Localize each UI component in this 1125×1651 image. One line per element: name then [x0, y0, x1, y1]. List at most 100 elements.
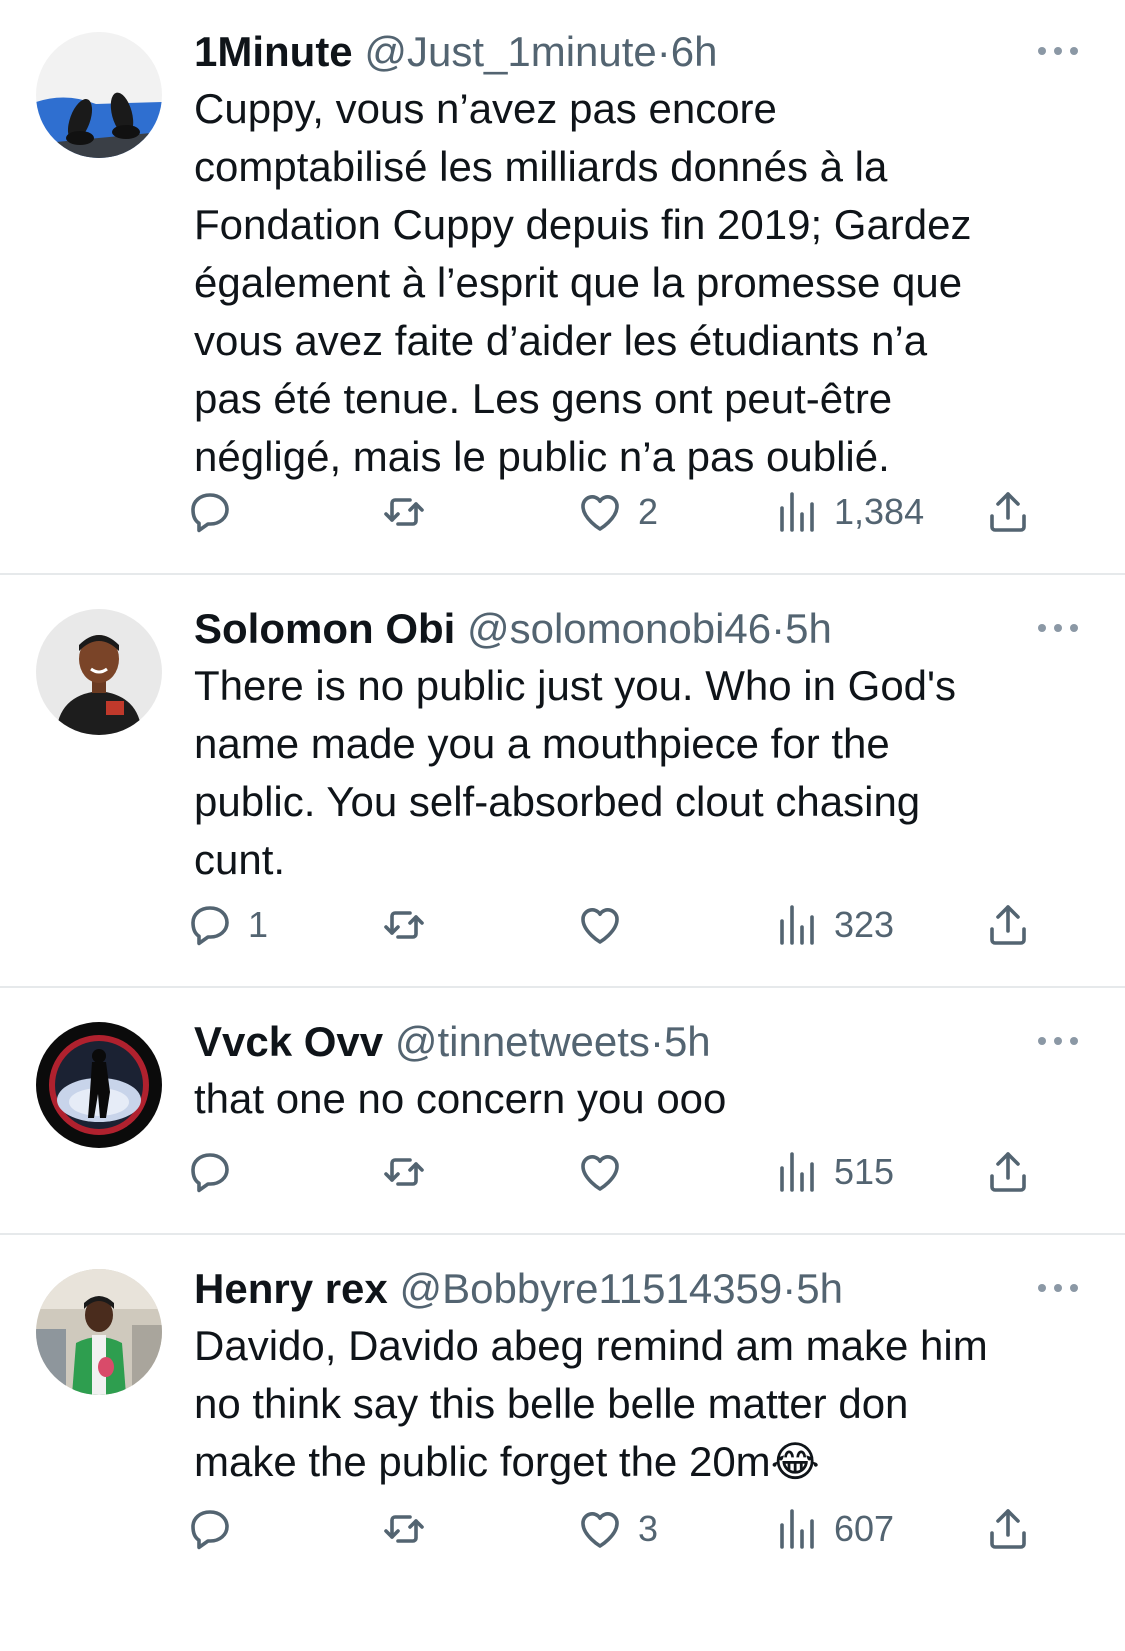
- ellipsis-icon: [1038, 47, 1046, 55]
- like-button[interactable]: 2: [576, 484, 658, 540]
- laughing-emoji: 😂: [770, 1438, 820, 1485]
- tweet-header: Vvck Ovv @tinnetweets·5h: [194, 1016, 711, 1068]
- share-icon: [990, 492, 1026, 532]
- text-line: vous avez faite d’aider les étudiants n’…: [194, 317, 928, 364]
- text-line: également à l’esprit que la promesse que: [194, 259, 963, 306]
- tweet-text: There is no public just you. Who in God'…: [194, 657, 1074, 889]
- tweet[interactable]: Vvck Ovv @tinnetweets·5h that one no con…: [0, 988, 1125, 1234]
- reply-button[interactable]: [186, 1144, 248, 1200]
- tweet-text: that one no concern you ooo: [194, 1070, 1074, 1128]
- ellipsis-icon-dot: [1070, 1284, 1078, 1292]
- share-icon: [990, 1509, 1026, 1549]
- avatar[interactable]: [36, 32, 162, 158]
- avatar[interactable]: [36, 1022, 162, 1148]
- text-line-content: make the public forget the 20m: [194, 1438, 771, 1485]
- heart-icon: [581, 908, 619, 944]
- reply-button[interactable]: 1: [186, 897, 268, 953]
- speech-bubble-icon: [191, 493, 229, 533]
- text-line: make the public forget the 20m😂: [194, 1433, 1074, 1491]
- share-button[interactable]: [984, 1144, 1032, 1200]
- avatar-image: [36, 32, 162, 158]
- text-line: comptabilisé les milliards donnés à la: [194, 143, 888, 190]
- share-button[interactable]: [984, 897, 1032, 953]
- bar-chart-icon: [780, 492, 814, 532]
- tweet-header: 1Minute @Just_1minute·6h: [194, 26, 718, 78]
- tweet-header: Henry rex @Bobbyre11514359·5h: [194, 1263, 843, 1315]
- reply-button[interactable]: [186, 484, 248, 540]
- action-bar: 2 1,384: [0, 484, 1125, 540]
- timestamp[interactable]: 5h: [796, 1265, 843, 1312]
- display-name[interactable]: Vvck Ovv: [194, 1018, 383, 1065]
- like-count: 2: [638, 491, 659, 532]
- like-button[interactable]: [576, 1144, 638, 1200]
- like-button[interactable]: 3: [576, 1501, 658, 1557]
- retweet-icon: [384, 1158, 424, 1186]
- more-options-button[interactable]: [1038, 1277, 1082, 1297]
- ellipsis-icon-dot: [1054, 1037, 1062, 1045]
- text-line: négligé, mais le public n’a pas oublié.: [194, 433, 890, 480]
- text-line: cunt.: [194, 836, 286, 883]
- retweet-button[interactable]: [380, 1501, 442, 1557]
- bar-chart-icon: [780, 1152, 814, 1192]
- share-button[interactable]: [984, 1501, 1032, 1557]
- share-icon: [990, 1152, 1026, 1192]
- user-handle[interactable]: @Just_1minute: [364, 28, 656, 75]
- retweet-icon: [384, 1515, 424, 1543]
- text-line: Davido, Davido abeg remind am make him: [194, 1322, 988, 1369]
- bar-chart-icon: [780, 905, 814, 945]
- views-count: 1,384: [834, 491, 925, 532]
- reply-button[interactable]: [186, 1501, 248, 1557]
- action-bar: 515: [0, 1144, 1125, 1200]
- like-count: 3: [638, 1508, 659, 1549]
- tweet-header: Solomon Obi @solomonobi46·5h: [194, 603, 832, 655]
- heart-icon: [581, 1155, 619, 1191]
- speech-bubble-icon: [191, 1510, 229, 1550]
- share-icon: [990, 905, 1026, 945]
- views-button[interactable]: 1,384: [772, 484, 924, 540]
- ellipsis-icon: [1038, 1284, 1046, 1292]
- avatar-image: [36, 609, 162, 735]
- separator-dot: ·: [782, 1265, 797, 1312]
- retweet-button[interactable]: [380, 484, 442, 540]
- more-options-button[interactable]: [1038, 40, 1082, 60]
- ellipsis-icon-dot: [1070, 624, 1078, 632]
- action-bar: 3 607: [0, 1501, 1125, 1557]
- ellipsis-icon-dot: [1070, 1037, 1078, 1045]
- text-line: name made you a mouthpiece for the: [194, 720, 890, 767]
- views-button[interactable]: 607: [772, 1501, 894, 1557]
- timestamp[interactable]: 5h: [785, 605, 832, 652]
- separator-dot: ·: [656, 28, 671, 75]
- text-line: that one no concern you ooo: [194, 1075, 727, 1122]
- retweet-button[interactable]: [380, 1144, 442, 1200]
- views-count: 323: [834, 904, 895, 945]
- like-button[interactable]: [576, 897, 638, 953]
- retweet-icon: [384, 911, 424, 939]
- more-options-button[interactable]: [1038, 617, 1082, 637]
- tweet[interactable]: Solomon Obi @solomonobi46·5h There is no…: [0, 575, 1125, 987]
- reply-count: 1: [248, 904, 269, 945]
- separator-dot: ·: [649, 1018, 664, 1065]
- display-name[interactable]: 1Minute: [194, 28, 353, 75]
- text-line: Cuppy, vous n’avez pas encore: [194, 85, 777, 132]
- retweet-icon: [384, 498, 424, 526]
- share-button[interactable]: [984, 484, 1032, 540]
- timestamp[interactable]: 6h: [671, 28, 718, 75]
- avatar[interactable]: [36, 609, 162, 735]
- more-options-button[interactable]: [1038, 1030, 1082, 1050]
- views-button[interactable]: 515: [772, 1144, 894, 1200]
- tweet[interactable]: 1Minute @Just_1minute·6h Cuppy, vous n’a…: [0, 0, 1125, 574]
- display-name[interactable]: Henry rex: [194, 1265, 388, 1312]
- timestamp[interactable]: 5h: [664, 1018, 711, 1065]
- retweet-button[interactable]: [380, 897, 442, 953]
- tweet[interactable]: Henry rex @Bobbyre11514359·5h Davido, Da…: [0, 1235, 1125, 1651]
- user-handle[interactable]: @tinnetweets: [395, 1018, 650, 1065]
- user-handle[interactable]: @Bobbyre11514359: [399, 1265, 782, 1312]
- ellipsis-icon-dot: [1054, 624, 1062, 632]
- views-button[interactable]: 323: [772, 897, 894, 953]
- user-handle[interactable]: @solomonobi46: [467, 605, 771, 652]
- text-line: Fondation Cuppy depuis fin 2019; Gardez: [194, 201, 972, 248]
- avatar[interactable]: [36, 1269, 162, 1395]
- speech-bubble-icon: [191, 1153, 229, 1193]
- display-name[interactable]: Solomon Obi: [194, 605, 455, 652]
- separator-dot: ·: [771, 605, 786, 652]
